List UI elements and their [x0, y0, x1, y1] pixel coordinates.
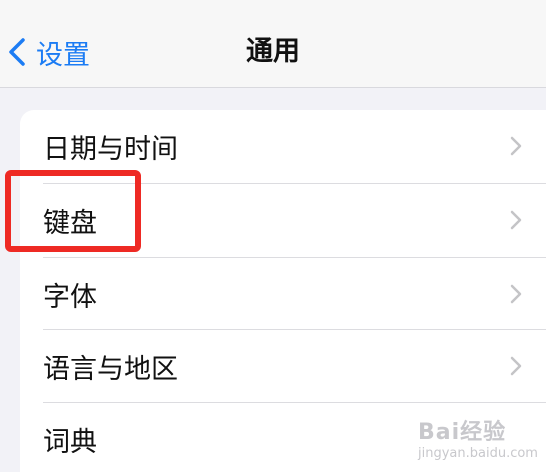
- list-item-label: 语言与地区: [43, 354, 178, 385]
- chevron-right-icon: [510, 210, 522, 234]
- chevron-right-icon: [510, 136, 522, 160]
- list-item-label: 字体: [43, 282, 97, 313]
- list-item-fonts[interactable]: 字体: [20, 258, 546, 331]
- list-item-language-region[interactable]: 语言与地区: [20, 330, 546, 403]
- watermark-brand: Bai经验: [418, 420, 507, 445]
- highlight-box: [5, 170, 141, 252]
- chevron-right-icon: [510, 356, 522, 380]
- watermark-url: jingyan.baidu.com: [418, 446, 538, 461]
- page-title: 通用: [246, 36, 300, 67]
- list-item-label: 日期与时间: [43, 134, 178, 165]
- navigation-bar: 设置 通用: [0, 0, 546, 88]
- chevron-right-icon: [510, 284, 522, 308]
- list-item-label: 词典: [43, 427, 97, 458]
- watermark: Bai经验 jingyan.baidu.com: [410, 414, 540, 468]
